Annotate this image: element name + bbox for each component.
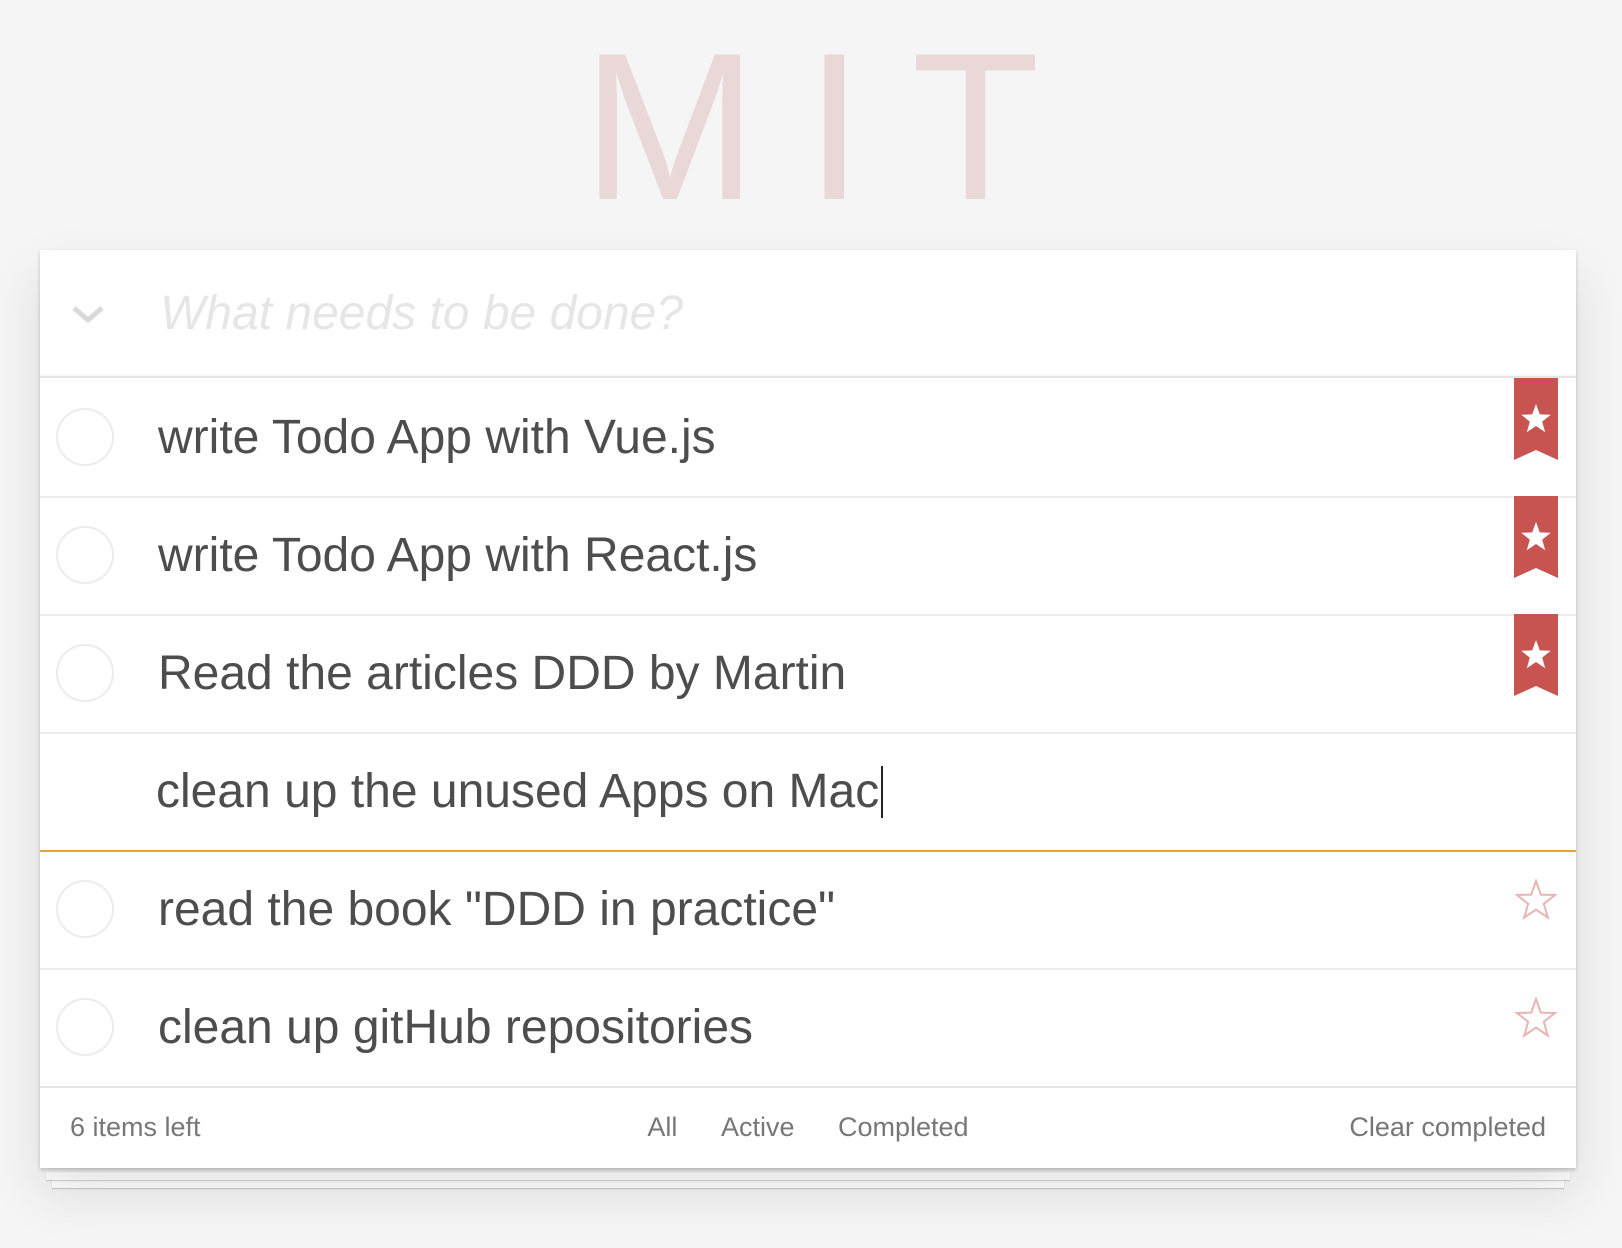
stack-shadow-bottom bbox=[52, 1180, 1564, 1188]
todo-label[interactable]: Read the articles DDD by Martin bbox=[158, 642, 846, 706]
todo-list: write Todo App with Vue.js write Todo Ap… bbox=[40, 378, 1576, 1088]
bookmark-star-icon[interactable] bbox=[1514, 496, 1558, 578]
star-outline-icon[interactable] bbox=[1514, 877, 1558, 922]
new-todo-input[interactable] bbox=[158, 272, 1542, 354]
filter-completed[interactable]: Completed bbox=[838, 1112, 969, 1142]
filter-active[interactable]: Active bbox=[721, 1112, 795, 1142]
new-todo-row bbox=[40, 250, 1576, 378]
todo-item: write Todo App with React.js bbox=[40, 496, 1576, 616]
stack-shadow-middle bbox=[46, 1172, 1570, 1180]
todo-label[interactable]: write Todo App with Vue.js bbox=[158, 406, 716, 470]
todo-checkbox[interactable] bbox=[56, 880, 114, 938]
todo-label[interactable]: read the book "DDD in practice" bbox=[158, 878, 835, 942]
todo-item: Read the articles DDD by Martin bbox=[40, 614, 1576, 734]
bookmark-star-icon[interactable] bbox=[1514, 378, 1558, 460]
star-outline-icon[interactable] bbox=[1514, 995, 1558, 1040]
todo-checkbox[interactable] bbox=[56, 998, 114, 1056]
todo-item-editing: clean up the unused Apps on Mac bbox=[40, 734, 1576, 852]
chevron-down-icon[interactable] bbox=[70, 296, 106, 332]
todo-label[interactable]: write Todo App with React.js bbox=[158, 524, 757, 588]
todo-app-panel: write Todo App with Vue.js write Todo Ap… bbox=[40, 250, 1576, 1168]
todo-edit-field[interactable]: clean up the unused Apps on Mac bbox=[156, 760, 879, 824]
app-title: MIT bbox=[582, 9, 1088, 244]
todo-label[interactable]: clean up gitHub repositories bbox=[158, 996, 753, 1060]
clear-completed-button[interactable]: Clear completed bbox=[1349, 1112, 1546, 1143]
bookmark-star-icon[interactable] bbox=[1514, 614, 1558, 696]
todo-footer: 6 items left All Active Completed Clear … bbox=[40, 1086, 1576, 1168]
todo-item: clean up gitHub repositories bbox=[40, 970, 1576, 1088]
todo-checkbox[interactable] bbox=[56, 526, 114, 584]
filter-all[interactable]: All bbox=[647, 1112, 677, 1142]
filter-tabs: All Active Completed bbox=[40, 1112, 1576, 1143]
todo-checkbox[interactable] bbox=[56, 408, 114, 466]
todo-checkbox[interactable] bbox=[56, 644, 114, 702]
todo-item: write Todo App with Vue.js bbox=[40, 378, 1576, 498]
todo-item: read the book "DDD in practice" bbox=[40, 852, 1576, 970]
text-caret bbox=[881, 766, 883, 818]
